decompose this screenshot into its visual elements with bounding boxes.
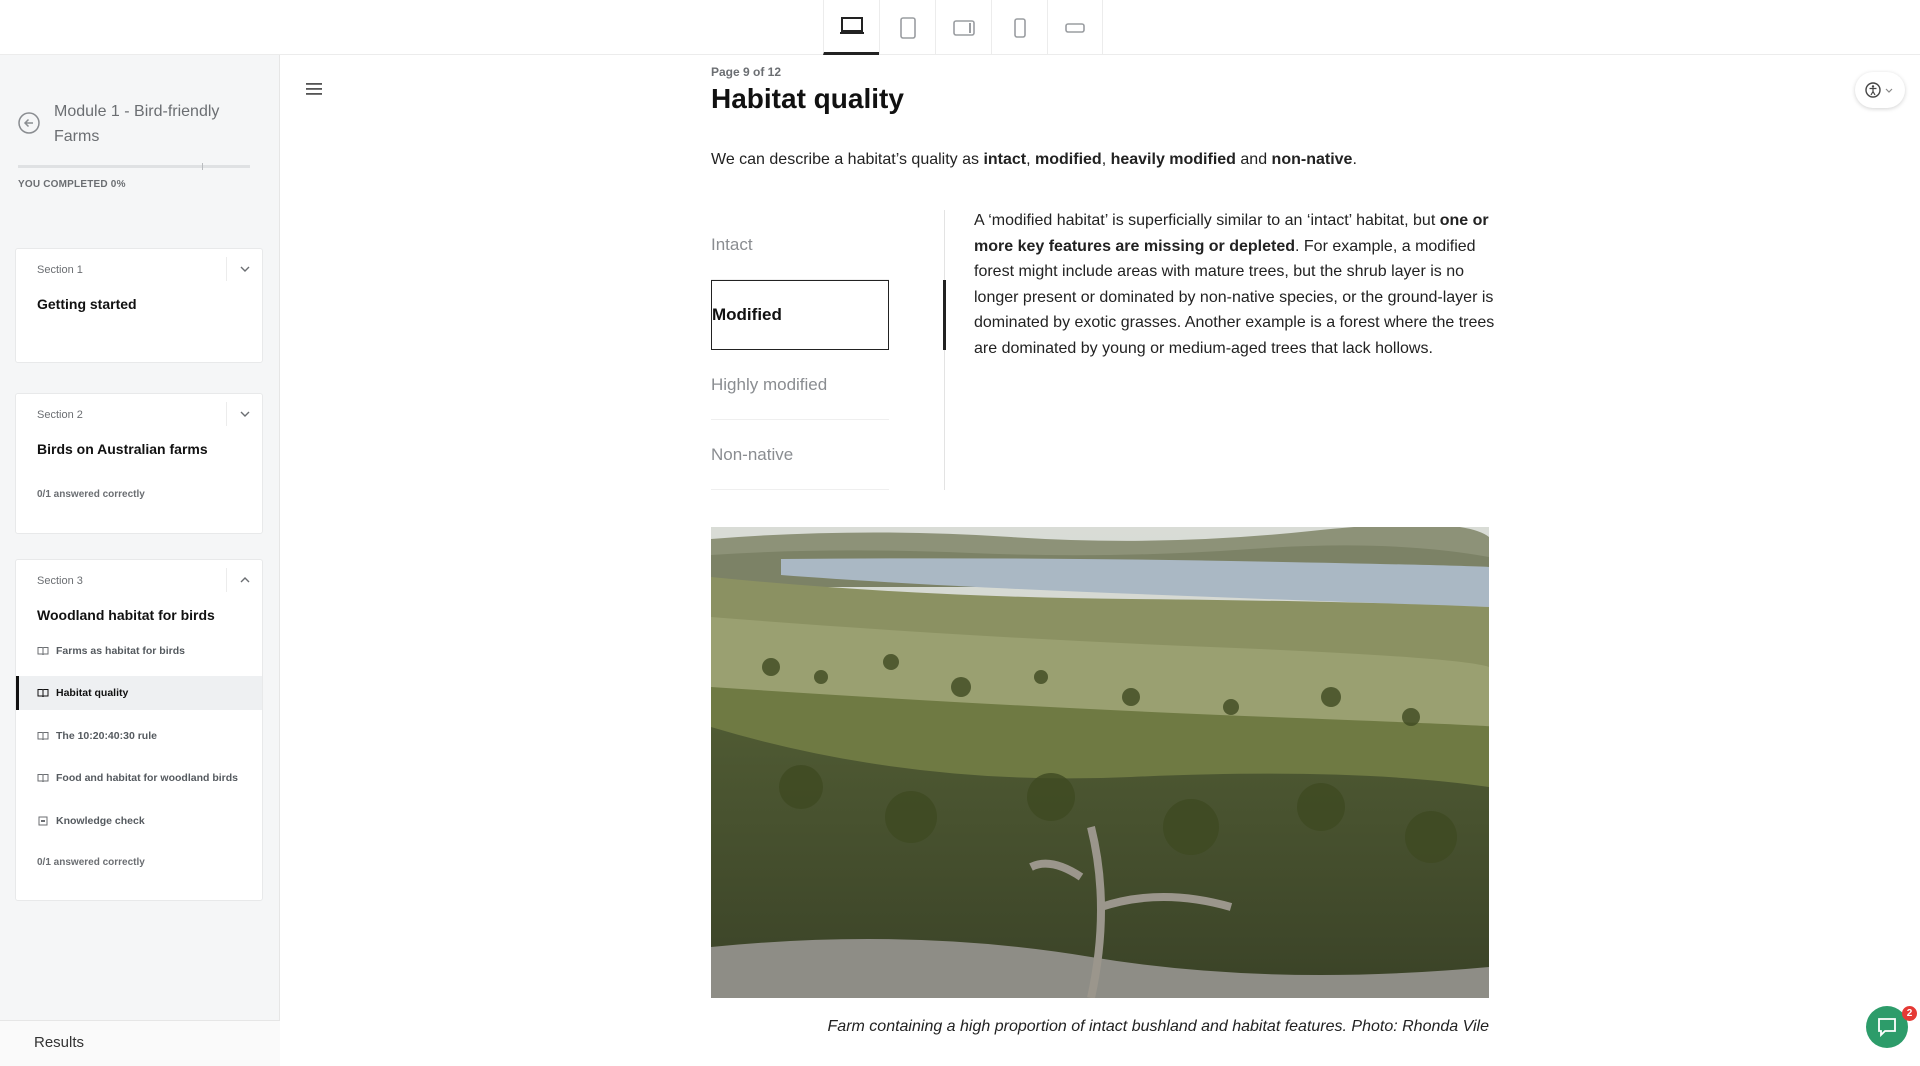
- lesson-item[interactable]: The 10:20:40:30 rule: [16, 719, 262, 753]
- completed-label: YOU COMPLETED 0%: [18, 179, 126, 190]
- lesson-label: Farms as habitat for birds: [56, 645, 185, 657]
- results-link[interactable]: Results: [34, 1034, 84, 1051]
- tab-highly-modified[interactable]: Highly modified: [711, 350, 889, 420]
- section-title: Birds on Australian farms: [37, 441, 208, 457]
- section-label: Section 3: [37, 575, 83, 587]
- lesson-item-active[interactable]: Habitat quality: [16, 676, 262, 710]
- lesson-item[interactable]: Farms as habitat for birds: [16, 634, 262, 668]
- section-toggle[interactable]: [226, 568, 262, 592]
- accessibility-button[interactable]: [1855, 72, 1905, 108]
- results-bar[interactable]: Results: [0, 1020, 280, 1066]
- lesson-label: Food and habitat for woodland birds: [56, 772, 238, 784]
- device-preview-bar: [0, 0, 1920, 55]
- lesson-label: Habitat quality: [56, 687, 129, 699]
- tab-intact[interactable]: Intact: [711, 210, 889, 280]
- quiz-icon: [38, 816, 48, 826]
- tab-panel-text: A ‘modified habitat’ is superficially si…: [974, 212, 1495, 357]
- tab-divider: [944, 210, 945, 490]
- chevron-down-icon: [240, 266, 249, 272]
- tab-modified[interactable]: Modified: [711, 280, 889, 350]
- phone-landscape-icon: [1065, 22, 1085, 33]
- section-label: Section 1: [37, 264, 83, 276]
- section-status: 0/1 answered correctly: [37, 489, 145, 500]
- photo-caption: Farm containing a high proportion of int…: [827, 1018, 1489, 1035]
- active-tab-marker: [943, 280, 946, 350]
- tablet-portrait-preview-button[interactable]: [879, 0, 935, 55]
- chevron-down-icon: [240, 411, 249, 417]
- lesson-item[interactable]: Knowledge check: [16, 804, 262, 838]
- section-title: Getting started: [37, 296, 137, 312]
- device-switcher: [823, 0, 1103, 55]
- phone-portrait-icon: [1013, 17, 1026, 38]
- module-title: Module 1 - Bird-friendly Farms: [54, 103, 220, 145]
- accessibility-icon: [1865, 82, 1893, 98]
- back-arrow-icon[interactable]: [18, 112, 40, 134]
- book-icon: [37, 732, 49, 741]
- tablet-portrait-icon: [899, 16, 916, 39]
- phone-portrait-preview-button[interactable]: [991, 0, 1047, 55]
- page-number: Page 9 of 12: [711, 65, 782, 79]
- lesson-label: Knowledge check: [56, 815, 145, 827]
- book-icon: [37, 647, 49, 656]
- chat-icon: [1878, 1018, 1896, 1038]
- book-icon: [37, 689, 49, 698]
- section-toggle[interactable]: [226, 402, 262, 426]
- intro-paragraph: We can describe a habitat’s quality as i…: [711, 151, 1357, 168]
- tablet-landscape-icon: [952, 19, 975, 36]
- book-icon: [37, 774, 49, 783]
- section-status: 0/1 answered correctly: [37, 857, 145, 868]
- course-sidebar: Module 1 - Bird-friendly Farms YOU COMPL…: [0, 55, 280, 1066]
- section-card-2[interactable]: Section 2 Birds on Australian farms 0/1 …: [15, 393, 263, 534]
- desktop-preview-button[interactable]: [823, 0, 879, 55]
- progress-tick: [202, 163, 203, 170]
- section-card-3[interactable]: Section 3 Woodland habitat for birds Far…: [15, 559, 263, 901]
- farm-landscape-photo: [711, 527, 1489, 998]
- hamburger-menu-icon[interactable]: [304, 80, 324, 98]
- section-toggle[interactable]: [226, 257, 262, 281]
- notification-badge: 2: [1902, 1006, 1917, 1021]
- chevron-up-icon: [240, 577, 249, 583]
- tablet-landscape-preview-button[interactable]: [935, 0, 991, 55]
- lesson-item[interactable]: Food and habitat for woodland birds: [16, 761, 262, 795]
- section-label: Section 2: [37, 409, 83, 421]
- section-title: Woodland habitat for birds: [37, 607, 215, 623]
- course-progress-bar: [18, 163, 250, 170]
- section-card-1[interactable]: Section 1 Getting started: [15, 248, 263, 363]
- lesson-label: The 10:20:40:30 rule: [56, 730, 157, 742]
- phone-landscape-preview-button[interactable]: [1047, 0, 1103, 55]
- tab-non-native[interactable]: Non-native: [711, 420, 889, 490]
- page-title: Habitat quality: [711, 83, 904, 114]
- laptop-icon: [839, 17, 864, 34]
